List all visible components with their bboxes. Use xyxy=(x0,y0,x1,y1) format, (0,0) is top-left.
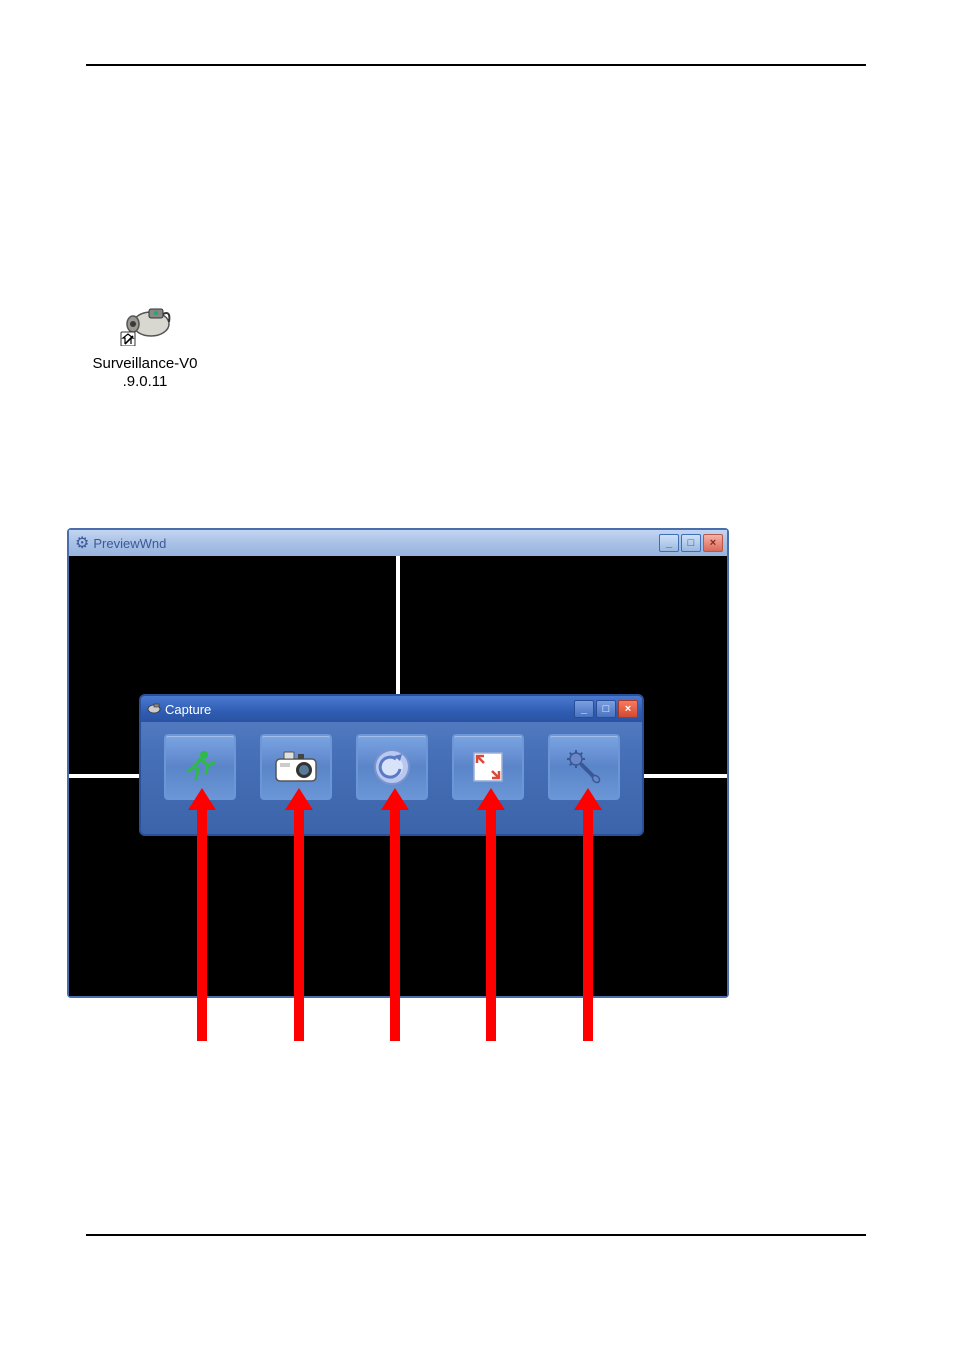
desktop-shortcut[interactable]: Surveillance-V0 .9.0.11 xyxy=(80,300,210,391)
capture-window-controls: _ □ × xyxy=(574,700,638,718)
maximize-button[interactable]: □ xyxy=(681,534,701,552)
close-button[interactable]: × xyxy=(618,700,638,718)
preview-titlebar[interactable]: ⚙︎ PreviewWnd _ □ × xyxy=(69,530,727,556)
minimize-button[interactable]: _ xyxy=(574,700,594,718)
callout-arrow-4 xyxy=(486,808,496,1041)
camera-icon xyxy=(274,749,318,785)
maximize-button[interactable]: □ xyxy=(596,700,616,718)
shortcut-label: Surveillance-V0 .9.0.11 xyxy=(80,355,210,391)
callout-arrow-1 xyxy=(197,808,207,1041)
preview-window-controls: _ □ × xyxy=(659,534,723,552)
playback-icon xyxy=(372,747,412,787)
preview-title: PreviewWnd xyxy=(93,536,166,551)
capture-title: Capture xyxy=(165,702,211,717)
capture-titlebar[interactable]: Capture _ □ × xyxy=(141,696,642,722)
top-divider xyxy=(86,64,866,66)
capture-app-icon xyxy=(147,701,161,718)
camcorder-icon xyxy=(115,300,175,346)
bottom-divider xyxy=(86,1234,866,1236)
expand-icon xyxy=(470,749,506,785)
callout-arrow-3 xyxy=(390,808,400,1041)
close-button[interactable]: × xyxy=(703,534,723,552)
minimize-button[interactable]: _ xyxy=(659,534,679,552)
app-icon: ⚙︎ xyxy=(75,533,89,553)
callout-arrow-2 xyxy=(294,808,304,1041)
document-page: Surveillance-V0 .9.0.11 ⚙︎ PreviewWnd _ … xyxy=(0,0,954,1352)
callout-arrow-5 xyxy=(583,808,593,1041)
settings-icon xyxy=(564,747,604,787)
running-person-icon xyxy=(180,747,220,787)
